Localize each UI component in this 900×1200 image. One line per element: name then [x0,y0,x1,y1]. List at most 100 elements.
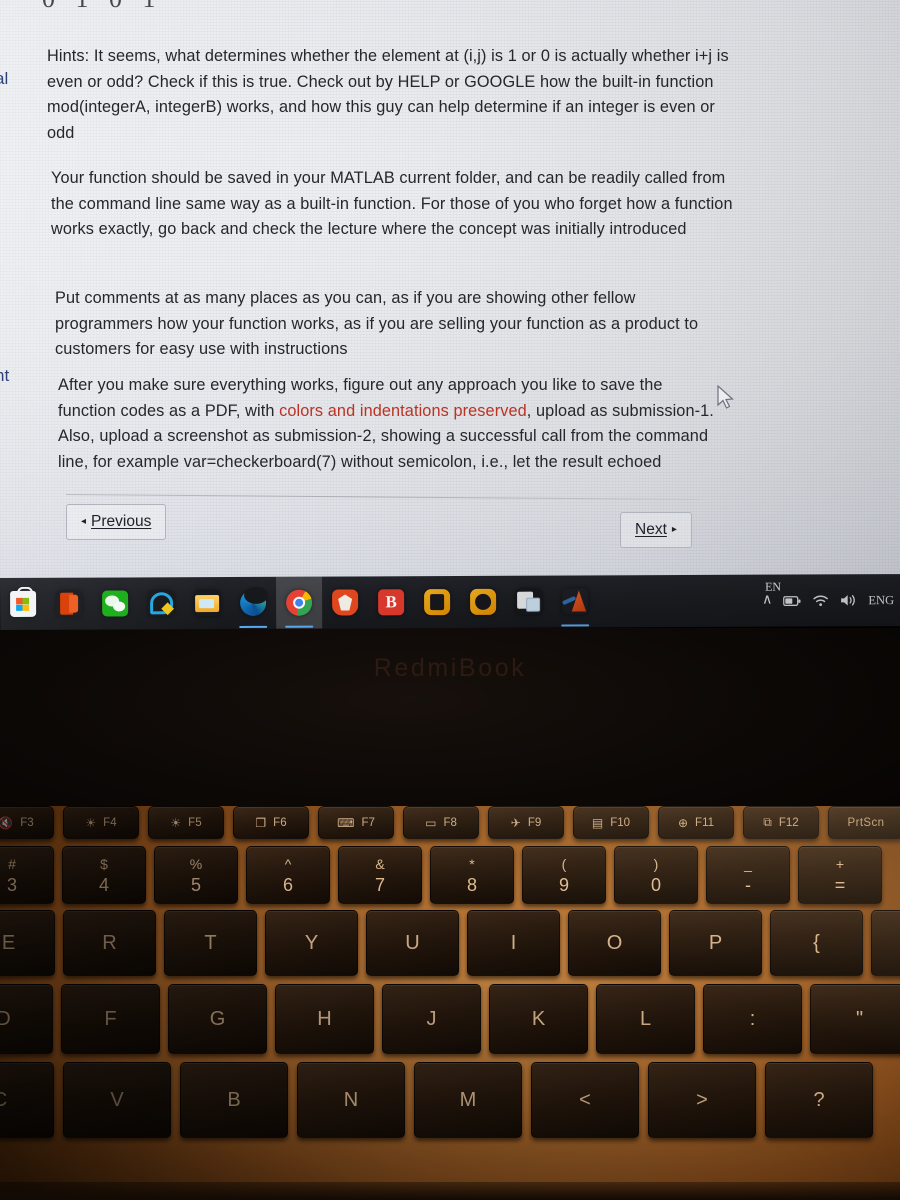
key-brightness-up[interactable]: ☀ F5 [148,806,224,839]
key-display-switch[interactable]: ▭ F8 [403,806,479,839]
taskbar-item-microsoft-store[interactable] [0,578,46,630]
key-=[interactable]: + = [798,846,882,904]
airplane-mode-icon: ✈ [510,815,521,830]
key-K[interactable]: K [489,984,588,1054]
key-3[interactable]: #3 [0,846,54,904]
key-label: M [459,1088,477,1111]
key-browser[interactable]: ⊕ F11 [658,806,734,839]
key-label: PrtScn [847,816,885,829]
taskbar-item-qq[interactable] [138,577,184,629]
key-label: 7 [374,874,385,895]
taskbar-item-orange-app-two[interactable] [460,576,506,628]
clipped-heading-text: 0 1 0 1 [42,0,242,10]
next-button[interactable]: Next ▸ [620,512,692,548]
key-N[interactable]: N [297,1062,405,1138]
key-0[interactable]: ) 0 [614,846,698,904]
taskbar-item-file-explorer[interactable] [184,577,230,629]
key-label: N [343,1088,359,1111]
mouse-cursor-icon [717,385,734,409]
key-E[interactable]: E [0,910,55,976]
chevron-up-icon[interactable]: ∧ [762,593,772,608]
mute-icon: 🔇 [0,816,13,830]
key-G[interactable]: G [168,984,267,1054]
key-F[interactable]: F [61,984,160,1054]
key-4[interactable]: $4 [62,846,146,904]
key-O[interactable]: O [568,910,661,976]
key-label: : [749,1007,756,1030]
key-D[interactable]: D [0,984,53,1054]
key-label: Y [304,931,319,954]
key-9[interactable]: (9 [522,846,606,904]
key-label: O [606,931,623,954]
taskbar-item-orange-app-one[interactable] [414,576,460,628]
key-shift-label: _ [744,855,752,872]
key-C[interactable]: C [0,1062,54,1138]
key-M[interactable]: M [414,1062,522,1138]
key-label: F6 [273,816,287,829]
taskbar-item-bitwarden[interactable]: B [368,576,414,628]
key-task-view[interactable]: ❐ F6 [233,806,309,839]
windows-taskbar[interactable]: B EN ∧ ENG [0,574,900,630]
key-?[interactable]: ? [765,1062,873,1138]
key-label: E [1,931,16,954]
taskbar-item-printer-app[interactable] [506,576,552,628]
wifi-icon[interactable] [812,593,829,607]
key-B[interactable]: B [180,1062,288,1138]
key-V[interactable]: V [63,1062,171,1138]
key-}[interactable]: } [871,910,900,976]
key-J[interactable]: J [382,984,481,1054]
key-shift-label: ) [653,855,659,872]
key-"[interactable]: " [810,984,900,1054]
key-print-screen[interactable]: PrtScn [828,806,900,839]
taskbar-item-brave-browser[interactable] [322,576,368,628]
key-L[interactable]: L [596,984,695,1054]
key-keyboard-backlight[interactable]: ⌨ F7 [318,806,394,839]
keyboard-language-label[interactable]: ENG [868,593,894,608]
key-6[interactable]: ^ 6 [246,846,330,904]
key-U[interactable]: U [366,910,459,976]
key-5[interactable]: % 5 [154,846,238,904]
key-{[interactable]: { [770,910,863,976]
key-label: F3 [20,816,34,829]
key-:[interactable]: : [703,984,802,1054]
microsoft-store-icon [10,590,37,617]
key-8[interactable]: * 8 [430,846,514,904]
key-H[interactable]: H [275,984,374,1054]
key-I[interactable]: I [467,910,560,976]
display-switch-icon: ▭ [425,815,437,830]
key-T[interactable]: T [164,910,257,976]
key-calculator[interactable]: ▤ F10 [573,806,649,839]
key-label: F9 [527,816,542,829]
keyboard-qwerty-row: E R T Y U I O P {} [0,910,900,976]
key-airplane-mode[interactable]: ✈ F9 [488,806,564,839]
google-chrome-icon [286,589,313,616]
paragraph-hints: Hints: It seems, what determines whether… [47,47,729,142]
taskbar-item-microsoft-edge[interactable] [230,577,276,629]
key->[interactable]: > [648,1062,756,1138]
key-label: { [813,931,820,954]
key-R[interactable]: R [63,910,156,976]
key-screenshot[interactable]: ⧉ F12 [743,806,819,839]
screenshot-icon: ⧉ [763,815,772,829]
key--[interactable]: _ - [706,846,790,904]
key-7[interactable]: & 7 [338,846,422,904]
previous-button[interactable]: ◂ Previous [66,504,167,540]
key-label: F10 [610,816,631,829]
key-Y[interactable]: Y [265,910,358,976]
taskbar-item-wechat[interactable] [92,577,138,629]
key-brightness-down[interactable]: ☀ F4 [63,806,139,839]
calculator-icon: ▤ [591,815,604,830]
key-label: F [104,1007,117,1030]
taskbar-item-microsoft-office[interactable] [46,578,92,630]
battery-icon[interactable] [783,594,801,607]
key-label: U [405,931,420,954]
taskbar-item-matlab[interactable] [552,575,598,627]
key-<[interactable]: < [531,1062,639,1138]
volume-icon[interactable] [840,593,857,607]
key-label: 4 [98,874,109,895]
key-mute[interactable]: 🔇 F3 [0,806,54,839]
taskbar-item-google-chrome[interactable] [275,576,323,629]
key-P[interactable]: P [669,910,762,976]
wechat-icon [102,590,129,617]
paragraph-saving-function: Your function should be saved in your MA… [51,169,733,239]
